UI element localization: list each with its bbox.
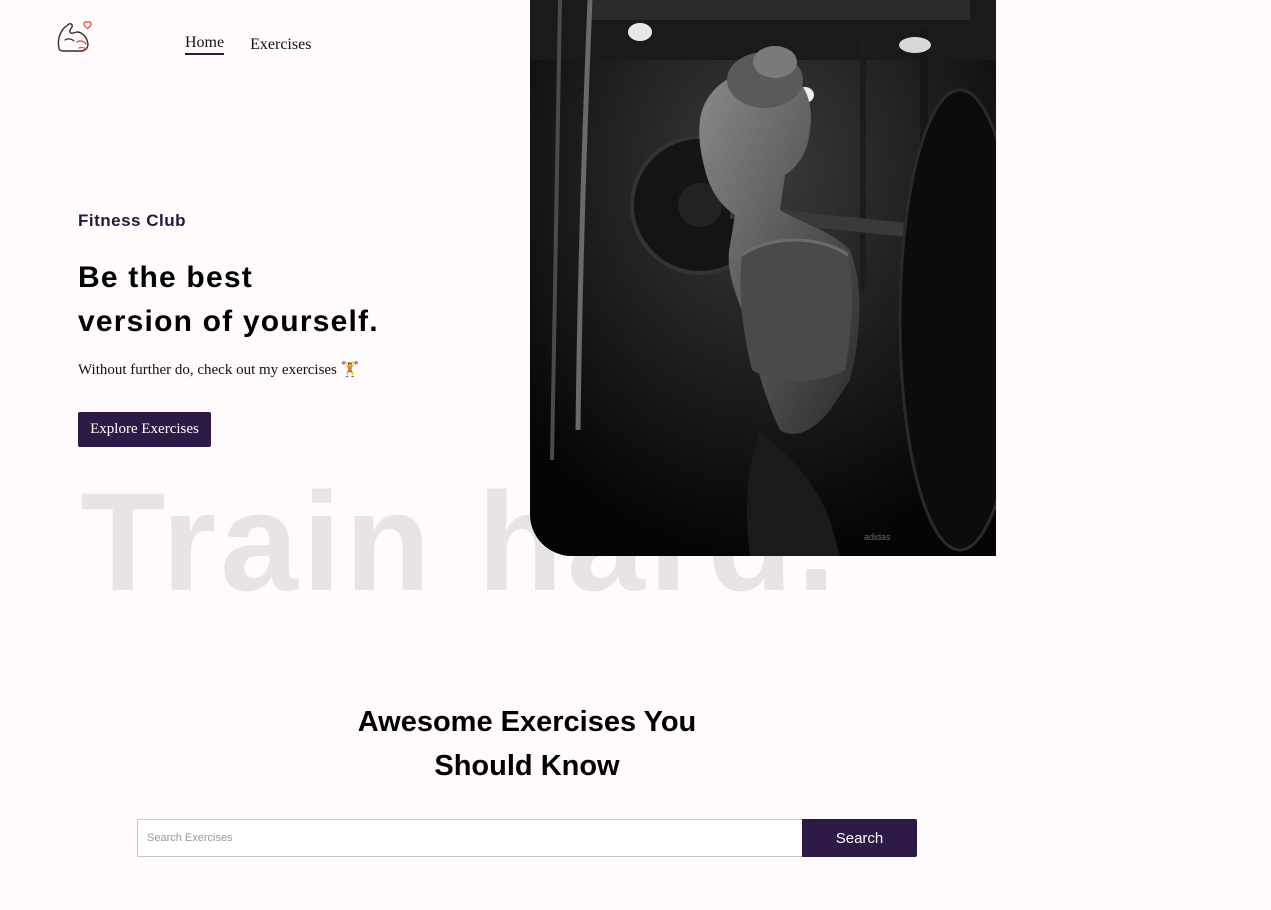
hero-description: Without further do, check out my exercis… xyxy=(78,362,360,378)
hero-banner-image: adidas xyxy=(530,0,996,556)
nav-link-exercises[interactable]: Exercises xyxy=(250,36,311,57)
search-button[interactable]: Search xyxy=(802,819,917,857)
exercise-search-bar: Search xyxy=(137,819,917,857)
logo-icon[interactable] xyxy=(55,18,95,56)
search-input[interactable] xyxy=(137,819,802,857)
main-nav: Home Exercises xyxy=(185,34,311,55)
svg-text:adidas: adidas xyxy=(864,532,891,542)
nav-link-home[interactable]: Home xyxy=(185,34,225,55)
hero-title-line-1: Be the best xyxy=(78,261,253,294)
hero-subtitle: Fitness Club xyxy=(78,211,187,230)
section-title-line-1: Awesome Exercises You xyxy=(357,706,697,738)
hero-title-line-2: version of yourself. xyxy=(78,305,379,338)
explore-exercises-button[interactable]: Explore Exercises xyxy=(78,412,211,447)
exercises-section-title: Awesome Exercises You Should Know xyxy=(327,700,727,788)
section-title-line-2: Should Know xyxy=(434,750,620,782)
hero-title: Be the best version of yourself. xyxy=(78,256,498,344)
